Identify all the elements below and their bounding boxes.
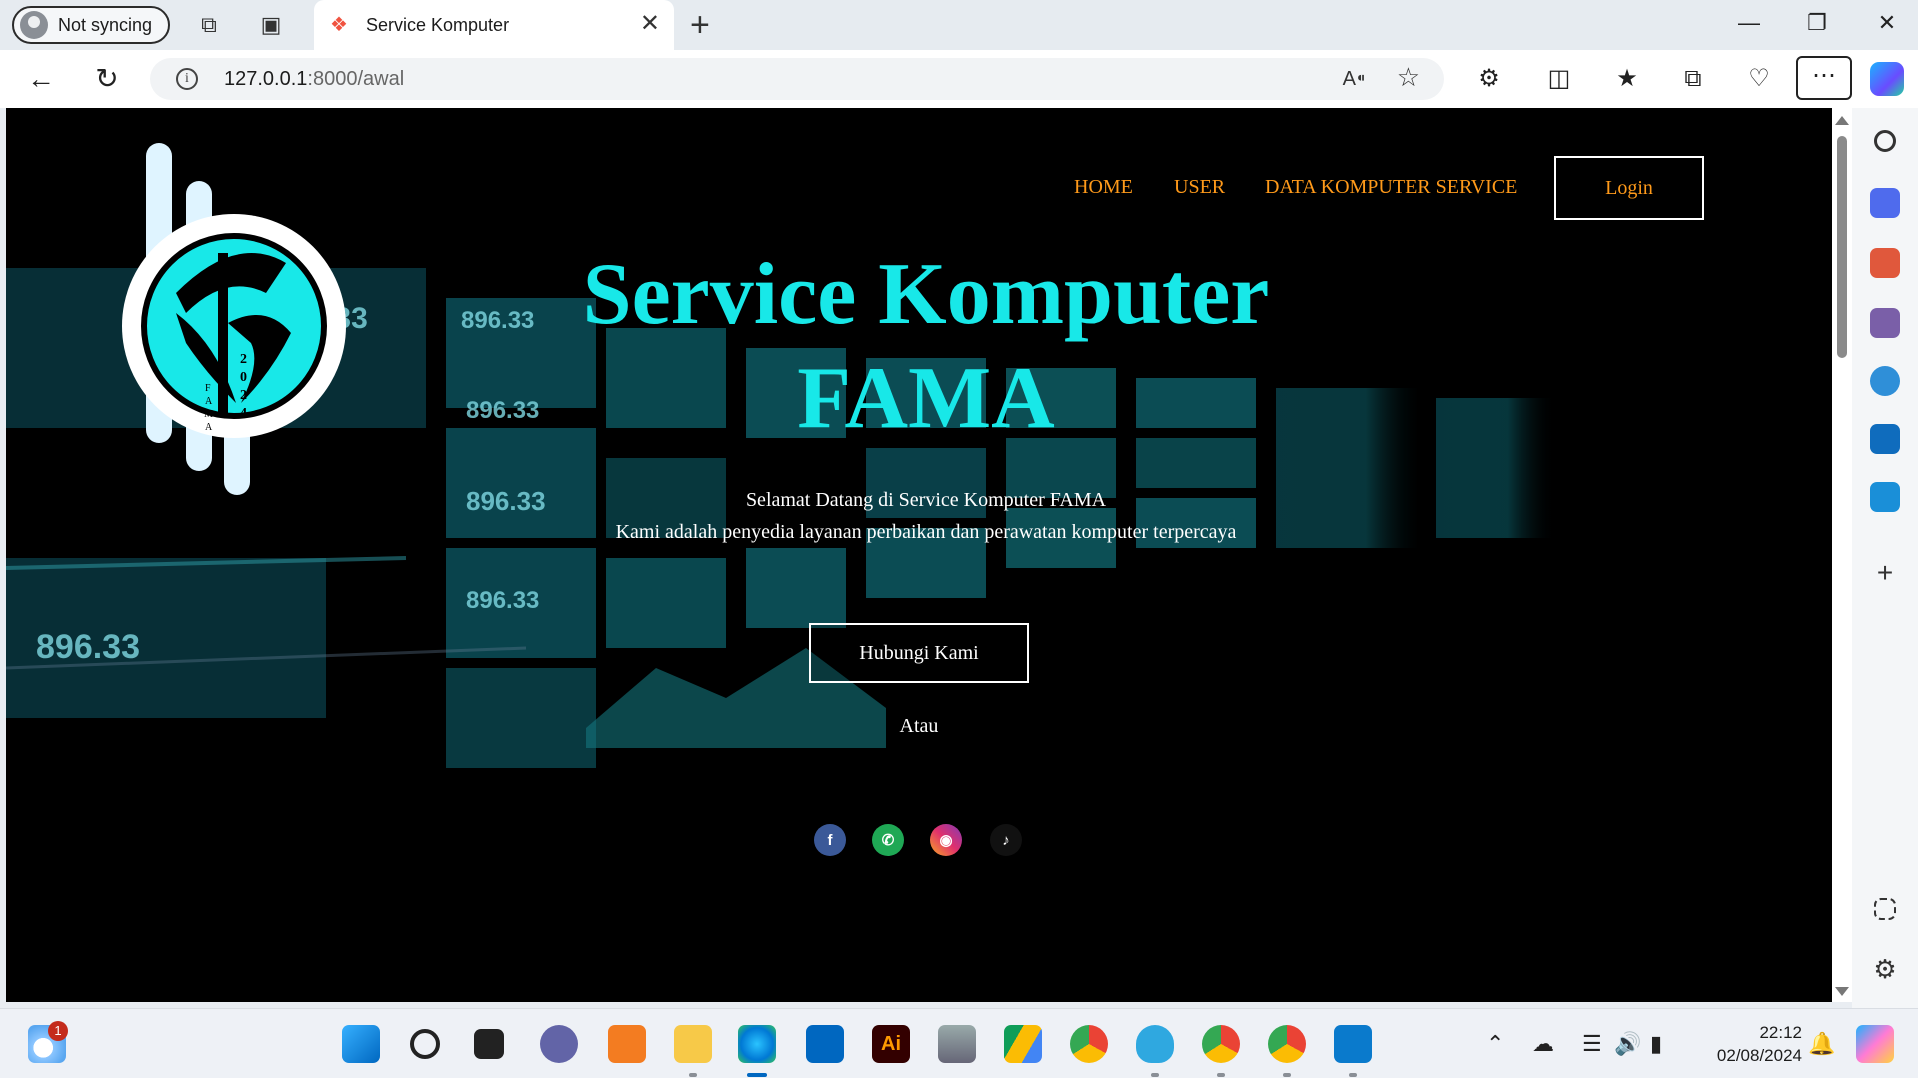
- fama-logo: 2 0 2 4 F A M A: [122, 143, 346, 495]
- teams-chat-icon[interactable]: [540, 1025, 578, 1063]
- nav-data-komputer-link[interactable]: DATA KOMPUTER SERVICE: [1265, 176, 1517, 199]
- panel-number: 896.33: [36, 628, 140, 666]
- google-drive-icon[interactable]: [1004, 1025, 1042, 1063]
- tools-icon[interactable]: [1870, 248, 1900, 278]
- edge-sidebar: + ⚙: [1852, 108, 1918, 1008]
- favorite-star-icon[interactable]: ☆: [1397, 62, 1420, 93]
- url-text: 127.0.0.1:8000/awal: [224, 68, 405, 90]
- notification-bell-icon[interactable]: 🔔: [1808, 1031, 1835, 1057]
- facebook-icon[interactable]: f: [814, 824, 846, 856]
- refresh-icon[interactable]: ↻: [90, 62, 124, 96]
- outlook-icon[interactable]: [1870, 424, 1900, 454]
- mysql-workbench-icon[interactable]: [1136, 1025, 1174, 1063]
- login-button[interactable]: Login: [1554, 156, 1704, 220]
- laravel-favicon-icon: ❖: [330, 14, 348, 36]
- weather-badge: 1: [48, 1021, 68, 1041]
- web-page: 896.33 896.33 896.33 896.33 896.33 896.3…: [6, 108, 1832, 1002]
- minimize-icon[interactable]: —: [1734, 10, 1764, 36]
- hero-title: Service Komputer FAMA: [582, 246, 1270, 447]
- file-explorer-icon[interactable]: [674, 1025, 712, 1063]
- close-tab-icon[interactable]: ✕: [640, 12, 660, 36]
- read-aloud-icon[interactable]: A⁌: [1343, 66, 1366, 91]
- restore-icon[interactable]: ❐: [1802, 10, 1832, 36]
- more-menu-button[interactable]: ⋯: [1796, 56, 1852, 100]
- browser-title-bar: Not syncing ⧉ ▣ ❖ Service Komputer ✕ + —…: [0, 0, 1918, 50]
- screenshot-icon[interactable]: [1874, 898, 1896, 920]
- address-bar[interactable]: i 127.0.0.1:8000/awal A⁌ ☆: [150, 58, 1444, 100]
- drop-icon[interactable]: [1870, 482, 1900, 512]
- extensions-icon[interactable]: ⚙: [1472, 62, 1506, 96]
- split-screen-icon[interactable]: ◫: [1542, 62, 1576, 96]
- settings-gear-icon[interactable]: ⚙: [1870, 954, 1900, 984]
- profile-label: Not syncing: [58, 14, 153, 35]
- logo-year: 2: [240, 352, 247, 367]
- nav-user-link[interactable]: USER: [1174, 176, 1225, 199]
- scrollbar-thumb[interactable]: [1837, 136, 1847, 358]
- vscode-icon[interactable]: [1334, 1025, 1372, 1063]
- add-sidebar-app-icon[interactable]: +: [1870, 558, 1900, 588]
- svg-text:A: A: [205, 422, 213, 433]
- svg-text:F: F: [205, 383, 211, 394]
- welcome-text: Selamat Datang di Service Komputer FAMA: [745, 489, 1107, 511]
- illustrator-icon[interactable]: Ai: [872, 1025, 910, 1063]
- tagline-text: Kami adalah penyedia layanan perbaikan d…: [615, 521, 1237, 543]
- nav-home-link[interactable]: HOME: [1074, 176, 1133, 199]
- svg-text:0: 0: [240, 370, 247, 385]
- microsoft-store-icon[interactable]: [806, 1025, 844, 1063]
- svg-text:2: 2: [240, 388, 247, 403]
- browser-essentials-icon[interactable]: ♡: [1742, 62, 1776, 96]
- clock-date: 02/08/2024: [1716, 1046, 1802, 1065]
- clock-time: 22:12: [1759, 1023, 1802, 1042]
- microsoft365-icon[interactable]: [1870, 366, 1900, 396]
- onedrive-icon[interactable]: ☁: [1532, 1031, 1554, 1057]
- volume-icon[interactable]: 🔊: [1614, 1031, 1641, 1057]
- tab-actions-icon[interactable]: ▣: [258, 12, 284, 38]
- whatsapp-icon[interactable]: ✆: [872, 824, 904, 856]
- copilot-icon[interactable]: [1870, 62, 1904, 96]
- close-window-icon[interactable]: ✕: [1872, 10, 1902, 36]
- contact-button[interactable]: Hubungi Kami: [809, 623, 1029, 683]
- search-icon[interactable]: [1874, 130, 1896, 152]
- profile-button[interactable]: Not syncing: [12, 6, 170, 44]
- browser-toolbar: ← ↻ i 127.0.0.1:8000/awal A⁌ ☆ ⚙ ◫ ★ ⧉ ♡…: [0, 50, 1918, 108]
- workspaces-icon[interactable]: ⧉: [196, 12, 222, 38]
- collections-icon[interactable]: ⧉: [1676, 62, 1710, 96]
- task-view-icon[interactable]: [474, 1029, 504, 1059]
- tab-service-komputer[interactable]: ❖ Service Komputer ✕: [314, 0, 674, 50]
- battery-icon[interactable]: ▮: [1650, 1031, 1662, 1057]
- windows-taskbar: 1 Ai ⌃ ☁ ☰ 🔊 ▮ 22:12 02/08/2024 🔔: [0, 1008, 1918, 1078]
- shopping-tag-icon[interactable]: [1870, 188, 1900, 218]
- copilot-pre-icon[interactable]: [1856, 1025, 1894, 1063]
- site-info-icon[interactable]: i: [176, 68, 198, 90]
- new-tab-button[interactable]: +: [690, 6, 710, 44]
- svg-text:M: M: [204, 409, 213, 420]
- svg-text:A: A: [205, 396, 213, 407]
- svg-text:4: 4: [240, 406, 247, 421]
- hero-subtitle: Selamat Datang di Service Komputer FAMA …: [486, 484, 1366, 548]
- windows-start-icon[interactable]: [342, 1025, 380, 1063]
- instagram-icon[interactable]: ◉: [930, 824, 962, 856]
- avatar-icon: [20, 11, 48, 39]
- chrome-icon[interactable]: [1070, 1025, 1108, 1063]
- xampp-icon[interactable]: [608, 1025, 646, 1063]
- search-taskbar-icon[interactable]: [410, 1029, 440, 1059]
- favorites-icon[interactable]: ★: [1610, 62, 1644, 96]
- or-text: Atau: [899, 715, 939, 737]
- scroll-up-icon[interactable]: [1835, 116, 1849, 125]
- chrome-profile-1-icon[interactable]: [1202, 1025, 1240, 1063]
- scroll-down-icon[interactable]: [1835, 987, 1849, 996]
- games-icon[interactable]: [1870, 308, 1900, 338]
- page-scrollbar[interactable]: [1832, 108, 1852, 1002]
- tiktok-icon[interactable]: ♪: [990, 824, 1022, 856]
- edge-browser-icon[interactable]: [738, 1025, 776, 1063]
- clock[interactable]: 22:12 02/08/2024: [1698, 1021, 1802, 1067]
- panel-number: 896.33: [466, 587, 539, 614]
- tab-title: Service Komputer: [366, 14, 510, 35]
- layers-app-icon[interactable]: [938, 1025, 976, 1063]
- back-icon[interactable]: ←: [24, 62, 58, 96]
- wifi-icon[interactable]: ☰: [1582, 1031, 1602, 1057]
- tray-chevron-icon[interactable]: ⌃: [1486, 1031, 1504, 1057]
- chrome-profile-2-icon[interactable]: [1268, 1025, 1306, 1063]
